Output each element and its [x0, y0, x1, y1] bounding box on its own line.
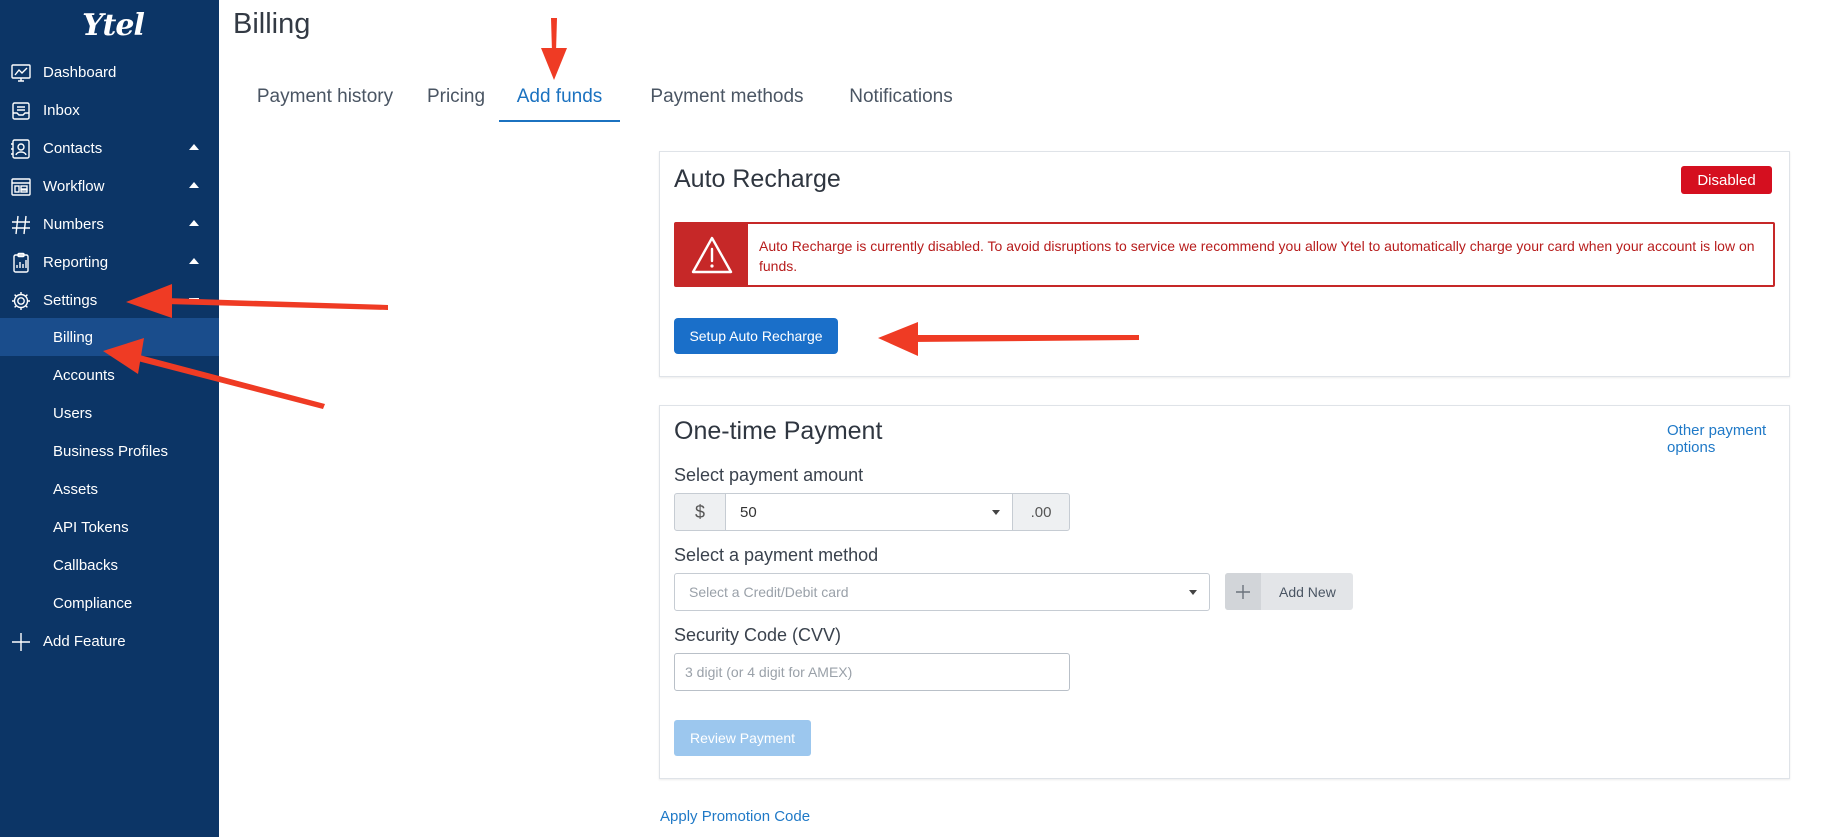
cents-addon: .00: [1012, 493, 1070, 531]
sidebar-subitem-accounts[interactable]: Accounts: [0, 356, 219, 394]
sidebar-item-label: Settings: [43, 291, 98, 309]
chevron-up-icon[interactable]: [189, 182, 199, 188]
caret-down-icon: [1189, 590, 1197, 595]
page-title: Billing: [233, 8, 311, 40]
sidebar-subitem-label: Billing: [53, 328, 94, 346]
chevron-up-icon[interactable]: [189, 258, 199, 264]
reporting-icon: [10, 252, 32, 274]
alert-icon-box: [676, 224, 748, 285]
sidebar-item-label: Reporting: [43, 253, 109, 271]
sidebar-subitem-label: API Tokens: [53, 518, 129, 536]
sidebar-item-reporting[interactable]: Reporting: [0, 243, 219, 281]
disabled-alert: Auto Recharge is currently disabled. To …: [674, 222, 1775, 287]
sidebar-item-label: Workflow: [43, 177, 105, 195]
tab-add-funds[interactable]: Add funds: [499, 76, 620, 122]
cvv-input[interactable]: 3 digit (or 4 digit for AMEX): [674, 653, 1070, 691]
plus-icon: [10, 631, 32, 653]
sidebar-item-contacts[interactable]: Contacts: [0, 129, 219, 167]
sidebar-item-inbox[interactable]: Inbox: [0, 91, 219, 129]
dashboard-icon: [10, 62, 32, 84]
sidebar-item-settings[interactable]: Settings: [0, 281, 219, 319]
payment-method-select[interactable]: Select a Credit/Debit card: [674, 573, 1210, 611]
auto-recharge-card: Auto Recharge Disabled Auto Recharge is …: [659, 151, 1790, 377]
sidebar-subitem-assets[interactable]: Assets: [0, 470, 219, 508]
sidebar-item-add-feature[interactable]: Add Feature: [0, 622, 219, 660]
sidebar-item-label: Numbers: [43, 215, 104, 233]
tab-notifications[interactable]: Notifications: [827, 76, 975, 122]
sidebar-subitem-billing[interactable]: Billing: [0, 318, 219, 356]
currency-addon: $: [674, 493, 726, 531]
sidebar-item-label: Dashboard: [43, 63, 117, 81]
gear-icon: [10, 290, 32, 312]
add-new-card-button[interactable]: Add New: [1225, 573, 1353, 610]
amount-input-group: $ 50 .00: [674, 493, 1070, 531]
add-new-label: Add New: [1279, 583, 1336, 600]
ytel-logo[interactable]: Ytel: [78, 4, 148, 46]
plus-icon: [1225, 573, 1261, 610]
chevron-up-icon[interactable]: [189, 144, 199, 150]
setup-auto-recharge-button[interactable]: Setup Auto Recharge: [674, 318, 838, 354]
inbox-icon: [10, 100, 32, 122]
auto-recharge-title: Auto Recharge: [674, 165, 841, 193]
collapse-icon[interactable]: [189, 298, 199, 300]
tab-payment-methods[interactable]: Payment methods: [637, 76, 817, 122]
sidebar-item-label: Inbox: [43, 101, 80, 119]
main-content: Billing Payment history Pricing Add fund…: [219, 0, 1838, 837]
warning-icon: [691, 236, 733, 273]
sidebar-subitem-business-profiles[interactable]: Business Profiles: [0, 432, 219, 470]
sidebar-subitem-label: Callbacks: [53, 556, 119, 574]
sidebar-subitem-label: Compliance: [53, 594, 133, 612]
sidebar-subitem-label: Business Profiles: [53, 442, 169, 460]
sidebar-subitem-callbacks[interactable]: Callbacks: [0, 546, 219, 584]
payment-method-label: Select a payment method: [674, 545, 879, 565]
status-badge: Disabled: [1681, 166, 1772, 194]
sidebar: Ytel Dashboard Inbox Contacts Workflow N…: [0, 0, 219, 837]
apply-promotion-code-link[interactable]: Apply Promotion Code: [660, 808, 810, 825]
payment-method-placeholder: Select a Credit/Debit card: [689, 584, 849, 600]
sidebar-item-label: Contacts: [43, 139, 103, 157]
sidebar-item-numbers[interactable]: Numbers: [0, 205, 219, 243]
cvv-label: Security Code (CVV): [674, 625, 842, 645]
sidebar-item-dashboard[interactable]: Dashboard: [0, 53, 219, 91]
amount-select[interactable]: 50: [726, 493, 1012, 531]
sidebar-subitem-label: Accounts: [53, 366, 115, 384]
tab-pricing[interactable]: Pricing: [419, 76, 493, 122]
sidebar-subitem-users[interactable]: Users: [0, 394, 219, 432]
payment-method-group: Select a Credit/Debit card: [674, 573, 1210, 611]
review-payment-button[interactable]: Review Payment: [674, 720, 811, 756]
contacts-icon: [10, 138, 32, 160]
amount-value: 50: [740, 503, 757, 521]
tab-payment-history[interactable]: Payment history: [253, 76, 397, 122]
sidebar-item-workflow[interactable]: Workflow: [0, 167, 219, 205]
sidebar-item-label: Add Feature: [43, 632, 126, 650]
sidebar-subitem-compliance[interactable]: Compliance: [0, 584, 219, 622]
sidebar-subitem-api-tokens[interactable]: API Tokens: [0, 508, 219, 546]
caret-down-icon: [992, 510, 1000, 515]
logo-text: Ytel: [82, 7, 145, 43]
sidebar-subitem-label: Users: [53, 404, 93, 422]
other-payment-options-link[interactable]: Other payment options: [1667, 422, 1789, 456]
one-time-payment-card: One-time Payment Other payment options S…: [659, 405, 1790, 779]
one-time-payment-title: One-time Payment: [674, 417, 883, 445]
alert-message: Auto Recharge is currently disabled. To …: [759, 238, 1755, 274]
app-window: Ytel Dashboard Inbox Contacts Workflow N…: [0, 0, 1838, 837]
hash-icon: [10, 214, 32, 236]
amount-label: Select payment amount: [674, 465, 864, 485]
sidebar-subitem-label: Assets: [53, 480, 99, 498]
chevron-up-icon[interactable]: [189, 220, 199, 226]
workflow-icon: [10, 176, 32, 198]
